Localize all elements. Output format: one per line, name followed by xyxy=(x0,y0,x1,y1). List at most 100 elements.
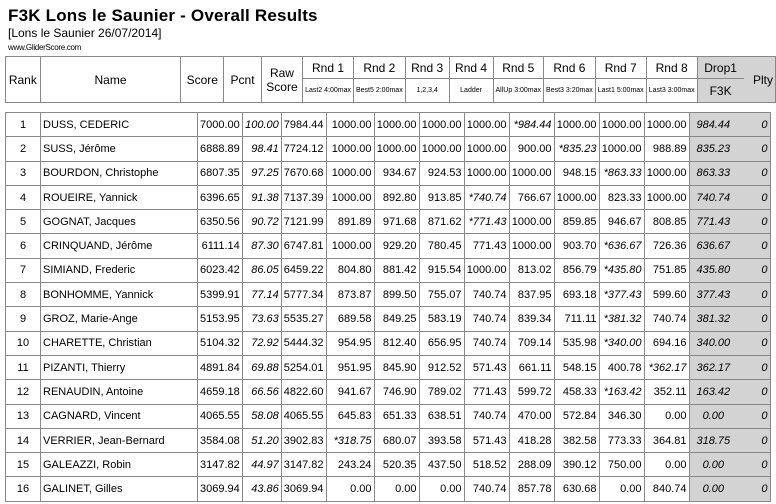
round-5-cell: 813.02 xyxy=(508,257,555,284)
pcnt-cell: 72.92 xyxy=(241,330,282,356)
round-8-cell: 0.00 xyxy=(643,452,690,478)
round-5-cell: 288.09 xyxy=(508,452,555,478)
round-3-cell: 437.50 xyxy=(418,452,465,478)
round-7-cell: *163.42 xyxy=(598,379,645,405)
plty-cell: 0 xyxy=(737,403,771,429)
round-3-cell: 755.07 xyxy=(418,282,465,308)
table-row[interactable]: 8 BONHOMME, Yannick 5399.91 77.14 5777.34 873… xyxy=(5,282,771,308)
pcnt-cell: 58.08 xyxy=(241,403,282,429)
round-3-cell: 913.85 xyxy=(418,184,465,211)
raw-score-cell: 4822.60 xyxy=(280,379,327,405)
table-row[interactable]: 3 BOURDON, Christophe 6807.35 97.25 7670.68 1… xyxy=(5,160,771,186)
name-cell: DUSS, CEDERIC xyxy=(40,111,198,138)
drop-cell: 377.43 xyxy=(688,282,738,308)
pcnt-cell: 69.88 xyxy=(241,354,282,381)
round-8-cell: 840.74 xyxy=(643,476,690,502)
round-1-cell: 1000.00 xyxy=(325,111,375,138)
round-6-cell: 711.11 xyxy=(553,306,600,332)
plty-cell: 0 xyxy=(737,136,771,162)
round-5-cell: *984.44 xyxy=(508,111,555,138)
header-raw-score[interactable]: Raw Score xyxy=(260,56,304,103)
header-round-8[interactable]: Rnd 8 xyxy=(645,55,698,80)
round-1-cell: 804.80 xyxy=(325,257,375,284)
plty-cell: 0 xyxy=(737,476,771,502)
drop-cell: 0.00 xyxy=(688,452,738,478)
plty-cell: 0 xyxy=(737,111,771,138)
round-7-cell: *377.43 xyxy=(598,282,645,308)
table-row[interactable]: 16 GALINET, Gilles 3069.94 43.86 3069.94 0.00… xyxy=(5,476,771,502)
header-round-5[interactable]: Rnd 5 xyxy=(492,55,545,80)
header-round-2[interactable]: Rnd 2 xyxy=(353,55,406,80)
header-round-4[interactable]: Rnd 4 xyxy=(448,55,494,80)
table-row[interactable]: 6 CRINQUAND, Jérôme 6111.14 87.30 6747.81 100… xyxy=(5,233,771,259)
header-round-7[interactable]: Rnd 7 xyxy=(594,55,647,80)
round-7-cell: 346.30 xyxy=(598,403,645,429)
round-1-cell: 243.24 xyxy=(325,452,375,478)
table-row[interactable]: 10 CHARETTE, Christian 5104.32 72.92 5444.32… xyxy=(5,330,771,356)
score-cell: 5399.91 xyxy=(197,282,243,308)
rank-cell: 12 xyxy=(5,379,41,405)
table-row[interactable]: 9 GROZ, Marie-Ange 5153.95 73.63 5535.27 689.… xyxy=(5,306,771,332)
rank-cell: 3 xyxy=(5,160,41,186)
header-pcnt[interactable]: Pcnt xyxy=(223,56,262,103)
round-6-cell: 948.15 xyxy=(553,160,600,186)
score-cell: 5104.32 xyxy=(197,330,243,356)
table-row[interactable]: 4 ROUEIRE, Yannick 6396.65 91.38 7137.39 1000… xyxy=(5,184,771,211)
drop-cell: 863.33 xyxy=(688,160,738,186)
round-6-cell: 548.15 xyxy=(553,354,600,381)
table-row[interactable]: 5 GOGNAT, Jacques 6350.56 90.72 7121.99 891.8… xyxy=(5,209,771,235)
header-round-3[interactable]: Rnd 3 xyxy=(404,55,450,80)
round-4-cell: 1000.00 xyxy=(463,160,510,186)
pcnt-cell: 87.30 xyxy=(241,233,282,259)
round-6-cell: 572.84 xyxy=(553,403,600,429)
score-cell: 6888.89 xyxy=(197,136,243,162)
header-drop[interactable]: Drop1 xyxy=(696,55,744,80)
round-3-cell: 871.62 xyxy=(418,209,465,235)
header-name[interactable]: Name xyxy=(39,56,182,103)
round-6-cell: 390.12 xyxy=(553,452,600,478)
round-1-cell: 1000.00 xyxy=(325,184,375,211)
header-rank[interactable]: Rank xyxy=(5,56,41,103)
round-3-cell: 638.51 xyxy=(418,403,465,429)
round-5-cell: 837.95 xyxy=(508,282,555,308)
header-round-6[interactable]: Rnd 6 xyxy=(543,55,596,80)
table-row[interactable]: 1 DUSS, CEDERIC 7000.00 100.00 7984.44 1000.0… xyxy=(5,111,771,138)
round-6-cell: 903.70 xyxy=(553,233,600,259)
table-row[interactable]: 15 GALEAZZI, Robin 3147.82 44.97 3147.82 243.… xyxy=(5,452,771,478)
round-1-cell: 1000.00 xyxy=(325,160,375,186)
round-6-cell: 382.58 xyxy=(553,427,600,454)
round-7-cell: 823.33 xyxy=(598,184,645,211)
round-1-cell: 1000.00 xyxy=(325,233,375,259)
table-row[interactable]: 13 CAGNARD, Vincent 4065.55 58.08 4065.55 645… xyxy=(5,403,771,429)
round-2-cell: 680.07 xyxy=(373,427,420,454)
plty-cell: 0 xyxy=(737,209,771,235)
header-score[interactable]: Score xyxy=(180,56,225,103)
round-3-cell: 656.95 xyxy=(418,330,465,356)
name-cell: CRINQUAND, Jérôme xyxy=(40,233,198,259)
header-plty[interactable]: Plty xyxy=(743,56,776,103)
table-row[interactable]: 12 RENAUDIN, Antoine 4659.18 66.56 4822.60 94… xyxy=(5,379,771,405)
round-2-cell: 1000.00 xyxy=(373,111,420,138)
drop-cell: 318.75 xyxy=(688,427,738,454)
plty-cell: 0 xyxy=(737,452,771,478)
round-6-cell: 693.18 xyxy=(553,282,600,308)
round-7-cell: 773.33 xyxy=(598,427,645,454)
table-row[interactable]: 2 SUSS, Jérôme 6888.89 98.41 7724.12 1000.00 1… xyxy=(5,136,771,162)
drop-cell: 740.74 xyxy=(688,184,738,211)
round-8-cell: 740.74 xyxy=(643,306,690,332)
header-round-1[interactable]: Rnd 1 xyxy=(302,55,354,80)
round-6-cell: 856.79 xyxy=(553,257,600,284)
rank-cell: 7 xyxy=(5,257,41,284)
table-row[interactable]: 7 SIMIAND, Frederic 6023.42 86.05 6459.22 804… xyxy=(5,257,771,284)
round-7-cell: *340.00 xyxy=(598,330,645,356)
round-7-cell: *381.32 xyxy=(598,306,645,332)
table-row[interactable]: 11 PIZANTI, Thierry 4891.84 69.88 5254.01 951… xyxy=(5,354,771,381)
raw-score-cell: 5535.27 xyxy=(280,306,327,332)
round-2-cell: 1000.00 xyxy=(373,136,420,162)
round-6-cell: 1000.00 xyxy=(553,184,600,211)
round-6-cell: 630.68 xyxy=(553,476,600,502)
raw-score-cell: 7137.39 xyxy=(280,184,327,211)
round-5-cell: 418.28 xyxy=(508,427,555,454)
round-4-cell: 740.74 xyxy=(463,476,510,502)
table-row[interactable]: 14 VERRIER, Jean-Bernard 3584.08 51.20 3902.… xyxy=(5,427,771,454)
